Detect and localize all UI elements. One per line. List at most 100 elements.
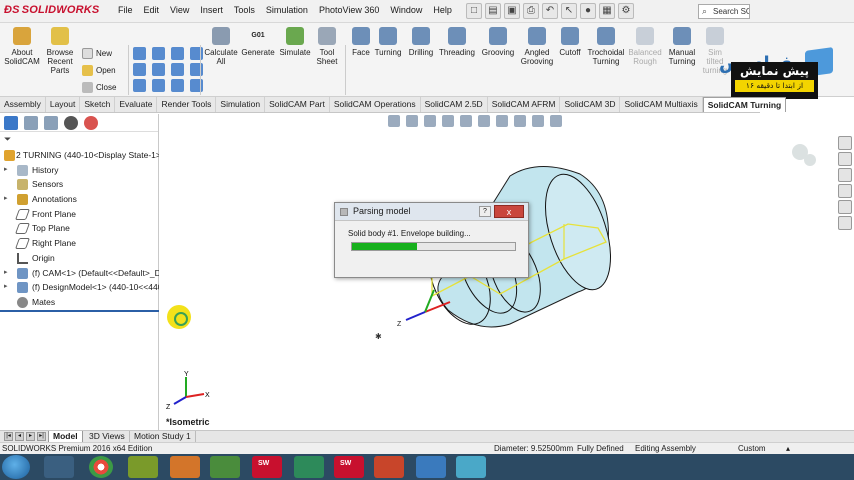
menu-insert[interactable]: Insert — [200, 5, 223, 15]
drilling-button[interactable]: Drilling — [405, 27, 437, 57]
open-icon[interactable]: ▤ — [485, 3, 501, 19]
menu-window[interactable]: Window — [390, 5, 422, 15]
new-button[interactable]: New — [82, 45, 116, 62]
op-icon[interactable] — [152, 47, 165, 60]
tree-item-annotations[interactable]: ▸ Annotations — [0, 192, 159, 207]
trochoidal-turning-button[interactable]: Trochoidal Turning — [586, 27, 626, 66]
tree-item-front-plane[interactable]: Front Plane — [0, 207, 159, 222]
op-icon[interactable] — [152, 63, 165, 76]
camtasia-taskbar-icon[interactable] — [294, 456, 324, 478]
tree-item-designmodel[interactable]: ▸ (f) DesignModel<1> (440-10<<440- — [0, 280, 159, 295]
first-tab-icon[interactable]: |◂ — [4, 432, 13, 441]
menu-edit[interactable]: Edit — [144, 5, 160, 15]
tab-assembly[interactable]: Assembly — [0, 97, 46, 112]
tab-evaluate[interactable]: Evaluate — [115, 97, 158, 112]
print-icon[interactable]: ⎙ — [523, 3, 539, 19]
tab-solidcam-turning[interactable]: SolidCAM Turning — [702, 97, 787, 112]
app-taskbar-icon[interactable] — [128, 456, 158, 478]
tab-solidcam-afrm[interactable]: SolidCAM AFRM — [488, 97, 561, 112]
tab-render-tools[interactable]: Render Tools — [157, 97, 217, 112]
tree-item-mates[interactable]: Mates — [0, 295, 159, 310]
tool-sheet-button[interactable]: Tool Sheet — [314, 27, 340, 66]
select-icon[interactable]: ↖ — [561, 3, 577, 19]
units-selector[interactable]: Custom — [738, 443, 766, 454]
op-icon[interactable] — [171, 79, 184, 92]
custom-properties-icon[interactable] — [838, 216, 852, 230]
op-icon[interactable] — [190, 63, 203, 76]
menu-view[interactable]: View — [170, 5, 189, 15]
open-button[interactable]: Open — [82, 62, 116, 79]
menu-file[interactable]: File — [118, 5, 133, 15]
prev-tab-icon[interactable]: ◂ — [15, 432, 24, 441]
op-icon[interactable] — [171, 47, 184, 60]
property-manager-icon[interactable] — [24, 116, 38, 130]
new-doc-icon[interactable]: □ — [466, 3, 482, 19]
op-icon[interactable] — [190, 47, 203, 60]
tab-simulation[interactable]: Simulation — [216, 97, 266, 112]
op-icon[interactable] — [133, 63, 146, 76]
feature-tree-icon[interactable] — [4, 116, 18, 130]
expand-arrow-icon[interactable]: ▸ — [4, 280, 8, 295]
options-icon[interactable]: ⚙ — [618, 3, 634, 19]
menu-tools[interactable]: Tools — [234, 5, 255, 15]
filter-icon[interactable]: ⏷ — [0, 132, 158, 146]
tree-item-right-plane[interactable]: Right Plane — [0, 236, 159, 251]
turning-button[interactable]: Turning — [373, 27, 403, 57]
chrome-taskbar-icon[interactable] — [89, 456, 113, 478]
matlab-taskbar-icon[interactable] — [170, 456, 200, 478]
help-button[interactable]: ? — [479, 206, 491, 217]
cutoff-button[interactable]: Cutoff — [556, 27, 584, 57]
tree-item-origin[interactable]: Origin — [0, 251, 159, 266]
browse-recent-parts-button[interactable]: Browse Recent Parts — [44, 27, 76, 75]
tree-item-cam[interactable]: ▸ (f) CAM<1> (Default<<Default>_Di — [0, 266, 159, 281]
op-icon[interactable] — [133, 47, 146, 60]
appearances-icon[interactable] — [838, 200, 852, 214]
menu-help[interactable]: Help — [433, 5, 452, 15]
app2-taskbar-icon[interactable] — [456, 456, 486, 478]
view-palette-icon[interactable] — [838, 184, 852, 198]
powerpoint-taskbar-icon[interactable] — [374, 456, 404, 478]
menu-simulation[interactable]: Simulation — [266, 5, 308, 15]
start-button-icon[interactable] — [2, 455, 30, 479]
menu-photoview[interactable]: PhotoView 360 — [319, 5, 379, 15]
about-solidcam-button[interactable]: About SolidCAM — [4, 27, 40, 66]
display-manager-icon[interactable] — [84, 116, 98, 130]
recorder-taskbar-icon[interactable] — [416, 456, 446, 478]
excel-taskbar-icon[interactable] — [210, 456, 240, 478]
tab-solidcam-part[interactable]: SolidCAM Part — [265, 97, 330, 112]
tree-item-top-plane[interactable]: Top Plane — [0, 221, 159, 236]
config-manager-icon[interactable] — [44, 116, 58, 130]
tree-item-history[interactable]: ▸ History — [0, 163, 159, 178]
generate-button[interactable]: G01 Generate — [241, 27, 275, 57]
file-explorer-icon[interactable] — [838, 168, 852, 182]
design-library-icon[interactable] — [838, 152, 852, 166]
close-button[interactable]: x — [494, 205, 524, 218]
op-icon[interactable] — [171, 63, 184, 76]
op-icon[interactable] — [190, 79, 203, 92]
simulate-button[interactable]: Simulate — [278, 27, 312, 57]
op-icon[interactable] — [152, 79, 165, 92]
tab-solidcam-operations[interactable]: SolidCAM Operations — [330, 97, 421, 112]
face-button[interactable]: Face — [349, 27, 373, 57]
expand-arrow-icon[interactable]: ▸ — [4, 192, 8, 207]
home-icon[interactable] — [838, 136, 852, 150]
file-properties-icon[interactable]: ▦ — [599, 3, 615, 19]
tab-solidcam-3d[interactable]: SolidCAM 3D — [560, 97, 621, 112]
solidworks-logo[interactable]: ƉS SOLIDWORKS — [4, 4, 99, 16]
search-box[interactable]: ⌕ Search SO — [698, 4, 750, 19]
calculate-all-button[interactable]: Calculate All — [203, 27, 239, 66]
solidworks-taskbar-icon[interactable]: SW — [334, 456, 364, 478]
expand-arrow-icon[interactable]: ▸ — [4, 163, 8, 178]
tab-layout[interactable]: Layout — [46, 97, 81, 112]
tab-motion-study[interactable]: Motion Study 1 — [130, 431, 196, 442]
solidworks-taskbar-icon[interactable]: SW — [252, 456, 282, 478]
threading-button[interactable]: Threading — [438, 27, 476, 57]
tab-solidcam-25d[interactable]: SolidCAM 2.5D — [421, 97, 488, 112]
rebuild-icon[interactable]: ● — [580, 3, 596, 19]
close-button[interactable]: Close — [82, 79, 116, 96]
panel-splitter[interactable] — [0, 310, 159, 312]
tab-sketch[interactable]: Sketch — [80, 97, 116, 112]
balanced-rough-button[interactable]: Balanced Rough — [628, 27, 662, 66]
units-dropdown-icon[interactable]: ▴ — [786, 443, 790, 454]
tab-solidcam-multiaxis[interactable]: SolidCAM Multiaxis — [620, 97, 703, 112]
